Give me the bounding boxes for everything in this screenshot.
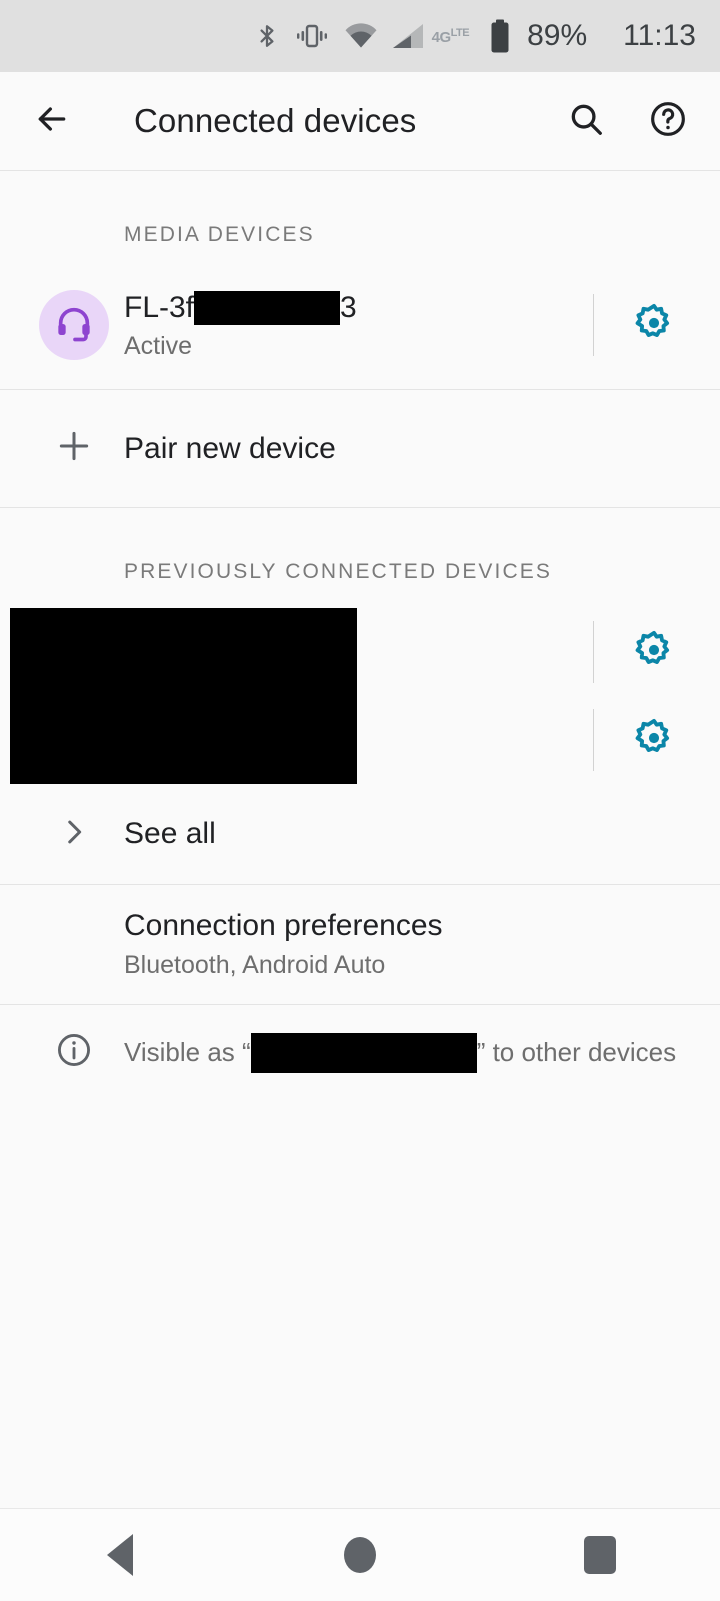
media-device-trailing	[593, 294, 696, 356]
wifi-icon	[344, 23, 378, 49]
visible-as-row: Visible as “ ” to other devices	[0, 1004, 720, 1100]
media-device-info: FL-3f 3 Active	[124, 289, 593, 362]
plus-icon	[55, 427, 93, 470]
visible-as-body: Visible as “ ” to other devices	[124, 1033, 696, 1073]
redacted-device-name	[194, 291, 340, 325]
battery-percent-label: 89%	[527, 19, 587, 53]
search-icon	[567, 100, 605, 143]
settings-content: MEDIA DEVICES FL-3f 3 Active	[0, 171, 720, 1530]
redacted-phone-name	[251, 1033, 477, 1073]
info-icon	[55, 1031, 93, 1074]
media-device-row[interactable]: FL-3f 3 Active	[0, 261, 720, 389]
settings-gear-icon	[633, 717, 675, 764]
see-all-row[interactable]: See all	[0, 784, 720, 884]
back-arrow-icon	[32, 99, 72, 144]
previous-device-trailing	[593, 696, 696, 784]
row-divider-vertical	[593, 709, 594, 771]
settings-gear-icon	[633, 629, 675, 676]
section-header-media-devices: MEDIA DEVICES	[0, 171, 720, 247]
status-bar: 4GLTE 89% 11:13	[0, 0, 720, 72]
bluetooth-icon	[254, 19, 280, 53]
see-all-body: See all	[124, 817, 696, 851]
battery-icon	[489, 19, 511, 53]
connection-preferences-body: Connection preferences Bluetooth, Androi…	[124, 909, 696, 980]
previously-connected-section: PREVIOUSLY CONNECTED DEVICES	[0, 507, 720, 884]
pair-new-device-label: Pair new device	[124, 432, 696, 466]
connection-preferences-row[interactable]: Connection preferences Bluetooth, Androi…	[0, 884, 720, 1004]
media-device-settings-button[interactable]	[626, 297, 682, 353]
status-bar-icons: 4GLTE 89% 11:13	[254, 19, 696, 53]
see-all-label: See all	[124, 817, 696, 851]
page-title: Connected devices	[134, 102, 556, 140]
pair-new-device-row[interactable]: Pair new device	[0, 389, 720, 507]
help-icon	[648, 99, 688, 144]
connection-preferences-title: Connection preferences	[124, 909, 696, 943]
nav-back-button[interactable]	[60, 1509, 180, 1601]
settings-gear-icon	[633, 302, 675, 349]
previous-device-settings-button[interactable]	[626, 712, 682, 768]
headset-icon	[54, 303, 94, 348]
content-spacer	[0, 1100, 720, 1530]
pair-new-device-lead	[24, 427, 124, 470]
section-header-previously-connected: PREVIOUSLY CONNECTED DEVICES	[0, 508, 720, 584]
nav-back-triangle-icon	[107, 1534, 133, 1576]
help-button[interactable]	[638, 91, 698, 151]
row-divider-vertical	[593, 294, 594, 356]
media-device-name-suffix: 3	[340, 289, 357, 327]
nav-recents-button[interactable]	[540, 1509, 660, 1601]
back-button[interactable]	[22, 91, 82, 151]
previous-device-settings-button[interactable]	[626, 624, 682, 680]
nav-home-circle-icon	[344, 1537, 376, 1573]
connection-preferences-subtitle: Bluetooth, Android Auto	[124, 951, 696, 980]
network-type-label: 4GLTE	[432, 27, 469, 46]
visible-as-lead	[24, 1031, 124, 1074]
row-divider-vertical	[593, 621, 594, 683]
visible-as-text: Visible as “ ” to other devices	[124, 1033, 696, 1073]
cellular-signal-icon	[392, 23, 424, 49]
media-device-status: Active	[124, 332, 593, 361]
media-device-name-prefix: FL-3f	[124, 289, 194, 327]
app-bar: Connected devices	[0, 72, 720, 171]
search-button[interactable]	[556, 91, 616, 151]
previous-device-trailing	[593, 608, 696, 696]
chevron-right-icon	[57, 815, 91, 854]
see-all-lead	[24, 815, 124, 854]
visible-as-suffix: ” to other devices	[477, 1037, 676, 1068]
visible-as-prefix: Visible as “	[124, 1037, 251, 1068]
clock-label: 11:13	[623, 19, 696, 53]
avatar	[39, 290, 109, 360]
app-bar-actions	[556, 91, 698, 151]
media-device-avatar	[24, 290, 124, 360]
media-device-name: FL-3f 3	[124, 289, 593, 327]
pair-new-device-body: Pair new device	[124, 432, 696, 466]
redacted-previous-devices-block	[10, 608, 357, 784]
nav-recents-square-icon	[584, 1536, 616, 1574]
previously-connected-rows	[0, 608, 720, 784]
vibrate-icon	[294, 21, 330, 51]
system-navigation-bar	[0, 1508, 720, 1600]
nav-home-button[interactable]	[300, 1509, 420, 1601]
